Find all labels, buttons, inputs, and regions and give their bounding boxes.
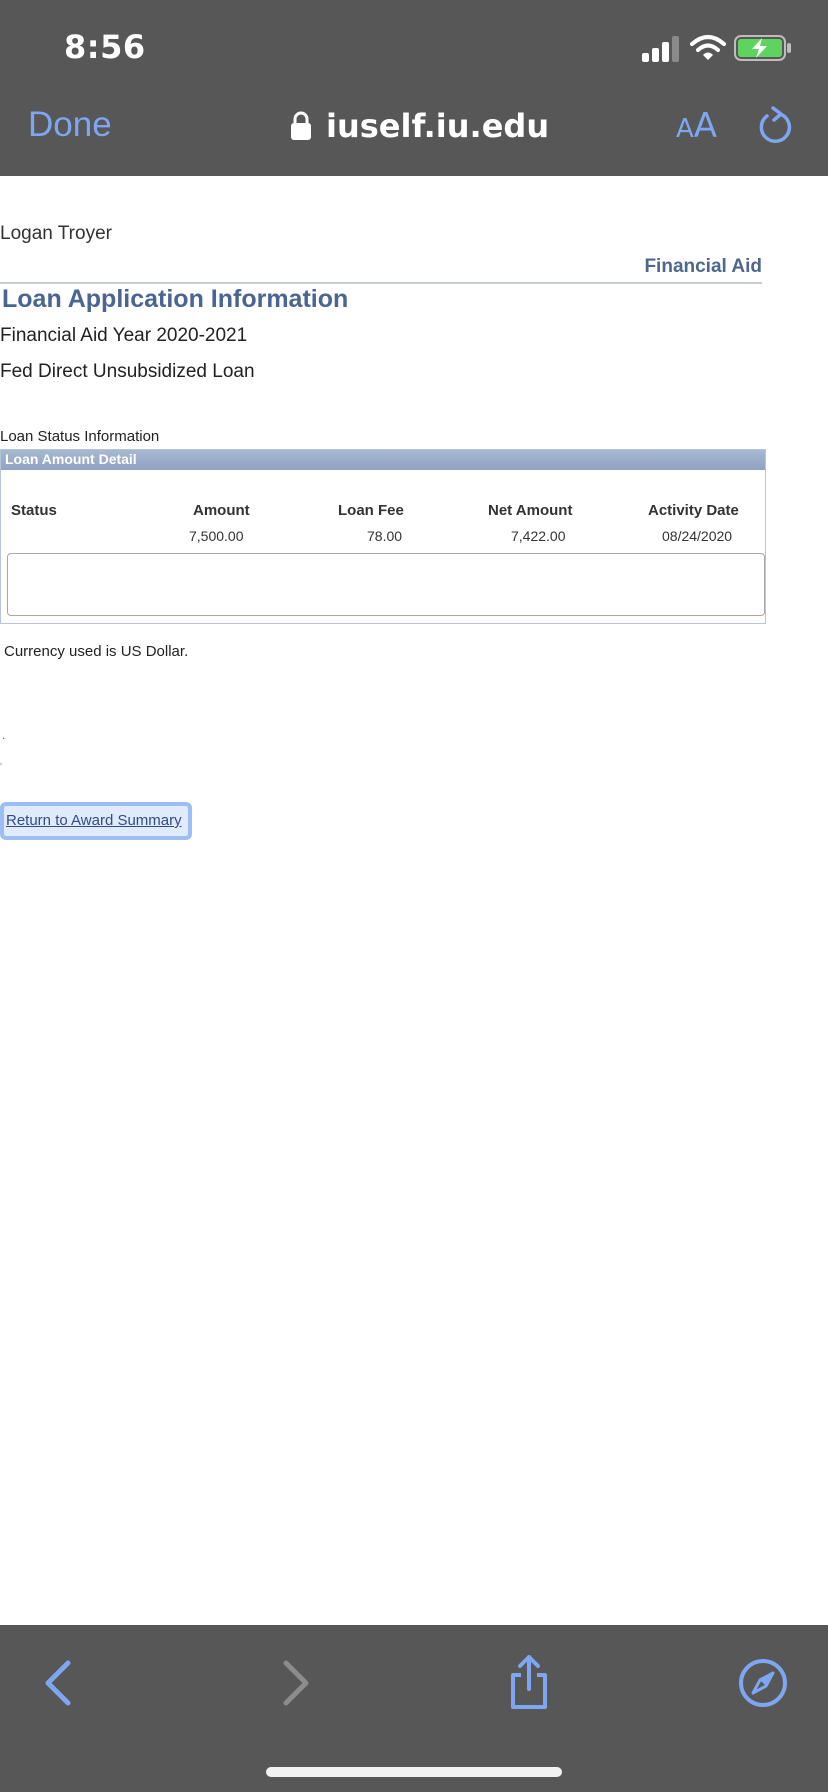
battery-charging-icon — [734, 35, 791, 61]
currency-note: Currency used is US Dollar. — [4, 643, 189, 660]
page-title: Loan Application Information — [2, 285, 349, 313]
text-size-big-label: A — [693, 106, 718, 146]
address-bar[interactable]: iuself.iu.edu — [290, 104, 549, 148]
detail-empty-area — [7, 553, 765, 616]
return-to-award-summary-link[interactable]: Return to Award Summary — [0, 802, 192, 840]
column-header-net-amount: Net Amount — [488, 502, 573, 519]
lock-icon — [291, 111, 311, 140]
aid-year-text: Financial Aid Year 2020-2021 — [0, 325, 248, 346]
reload-icon[interactable] — [756, 106, 794, 146]
home-indicator[interactable] — [266, 1767, 562, 1777]
column-header-loan-fee: Loan Fee — [338, 502, 404, 519]
text-size-button[interactable]: AA — [676, 106, 717, 146]
financial-aid-link[interactable]: Financial Aid — [644, 256, 762, 278]
loan-amount-detail-panel: Loan Amount Detail Status Amount Loan Fe… — [0, 449, 766, 624]
column-header-amount: Amount — [193, 502, 250, 519]
cellular-signal-icon — [642, 34, 680, 62]
share-icon[interactable] — [501, 1655, 557, 1711]
cell-net-amount: 7,422.00 — [511, 528, 566, 544]
browser-bottom-bar — [0, 1625, 828, 1792]
wifi-icon — [690, 35, 726, 60]
column-header-activity-date: Activity Date — [648, 502, 739, 519]
compass-icon[interactable] — [735, 1655, 791, 1711]
cell-loan-fee: 78.00 — [367, 528, 403, 544]
cell-activity-date: 08/24/2020 — [662, 528, 733, 544]
loan-amount-detail-header: Loan Amount Detail — [1, 450, 765, 470]
back-icon[interactable] — [32, 1655, 88, 1711]
loan-status-info-label: Loan Status Information — [0, 428, 160, 445]
header-divider — [0, 282, 762, 284]
done-button[interactable]: Done — [28, 105, 112, 145]
cell-amount: 7,500.00 — [189, 528, 244, 544]
column-header-status: Status — [11, 502, 57, 519]
user-name: Logan Troyer — [0, 223, 112, 244]
text-size-small-label: A — [676, 114, 694, 144]
separator-dot: . — [2, 728, 6, 742]
forward-icon[interactable] — [266, 1655, 322, 1711]
separator-mark: ' — [0, 762, 2, 773]
loan-type-text: Fed Direct Unsubsidized Loan — [0, 361, 255, 382]
status-time: 8:56 — [64, 28, 146, 66]
browser-top-bar: 8:56 Done iuself.iu.edu AA — [0, 0, 828, 176]
url-text: iuself.iu.edu — [326, 107, 550, 145]
